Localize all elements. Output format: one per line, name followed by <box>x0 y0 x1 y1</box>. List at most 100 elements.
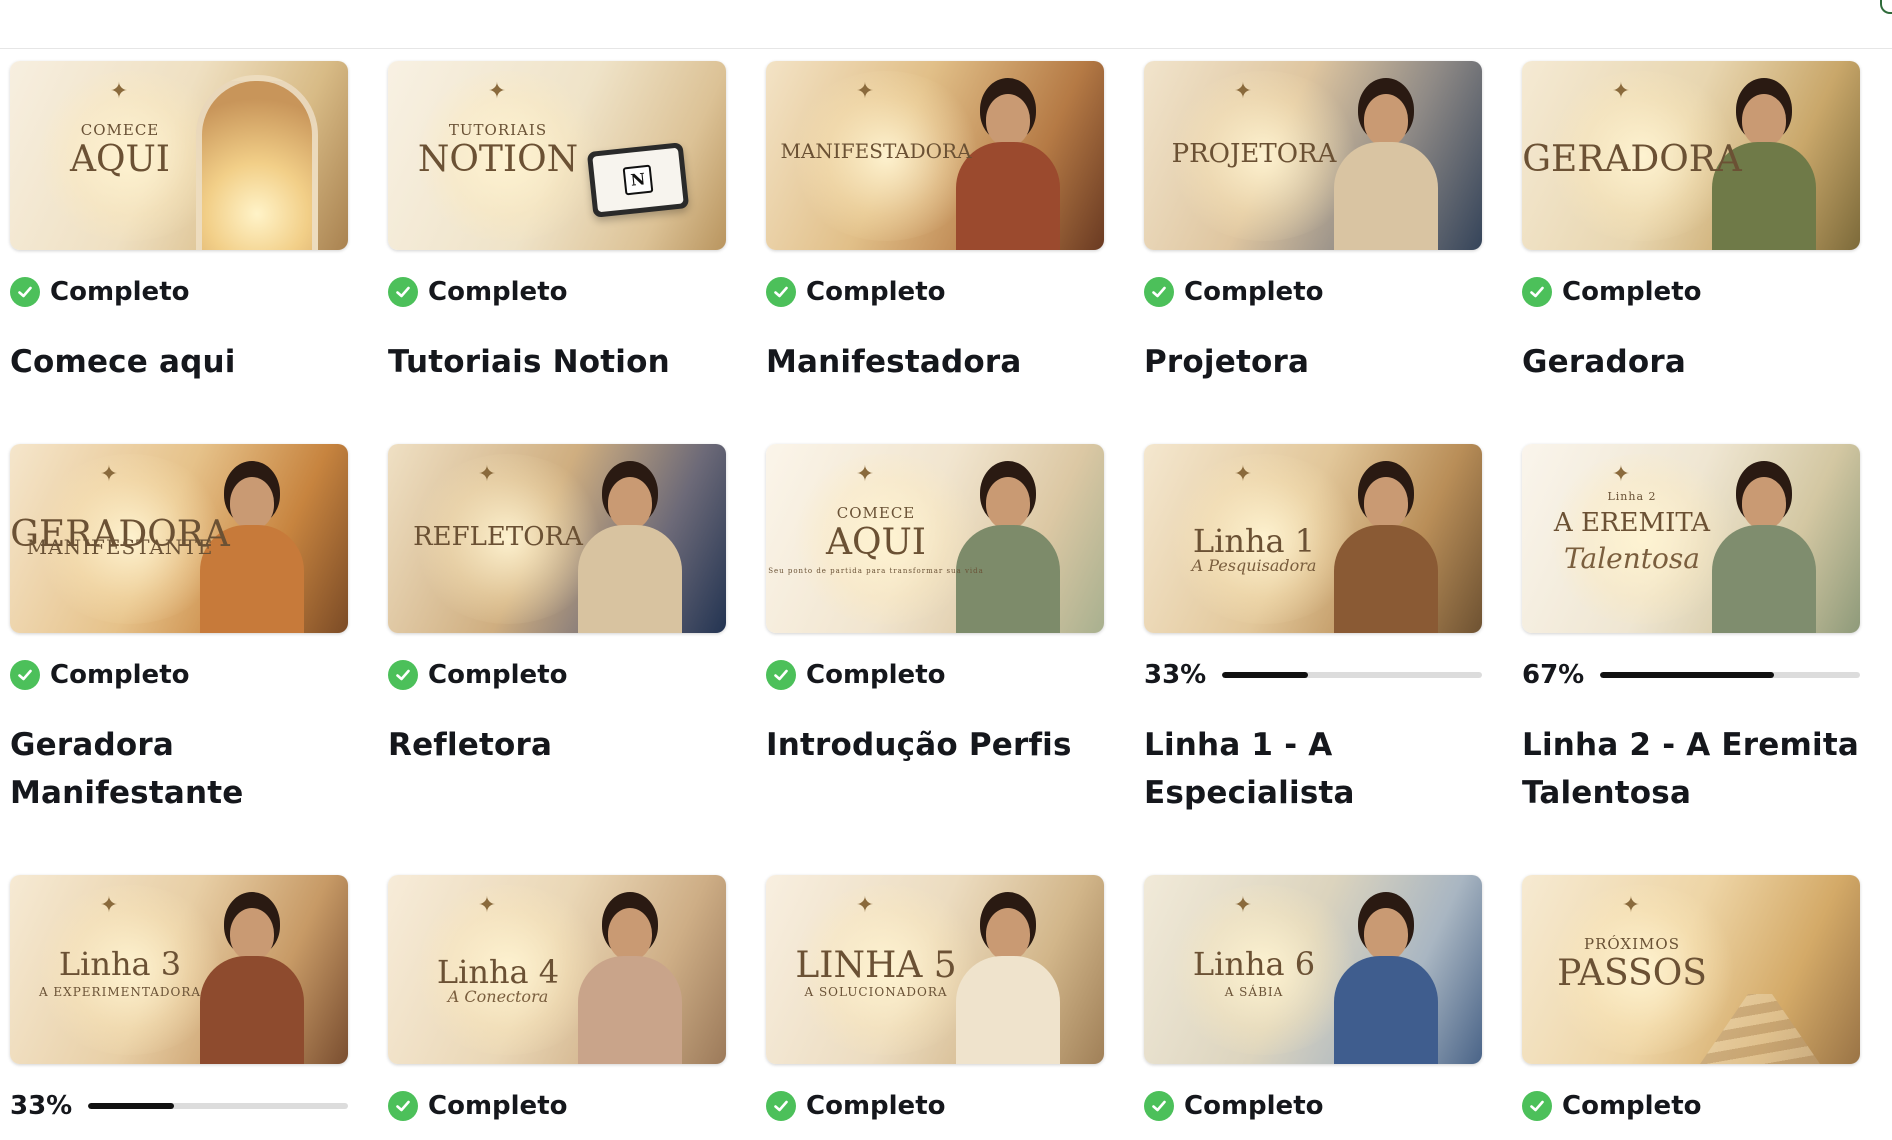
course-thumbnail[interactable]: ✦ Linha 1A Pesquisadora <box>1144 444 1482 633</box>
thumbnail-tagline: A Conectora <box>447 987 549 1006</box>
check-circle-icon <box>1522 1091 1552 1121</box>
course-title[interactable]: Linha 2 - A Eremita Talentosa <box>1522 721 1860 817</box>
thumbnail-title: PASSOS <box>1557 953 1707 994</box>
course-thumbnail[interactable]: ✦ MANIFESTADORA <box>766 61 1104 250</box>
course-thumbnail[interactable]: ✦ REFLETORA <box>388 444 726 633</box>
status-label: Completo <box>50 277 190 307</box>
woman-illustration <box>948 80 1068 250</box>
course-card-course-11[interactable]: ✦ Linha 3 A EXPERIMENTADORA 33% <box>10 875 348 1135</box>
thumbnail-caption: A SÁBIA <box>1224 985 1284 999</box>
progress-bar <box>1600 672 1860 678</box>
check-circle-icon <box>10 277 40 307</box>
progress-indicator: 33% <box>10 1088 348 1124</box>
course-thumbnail[interactable]: ✦ Linha 4A Conectora <box>388 875 726 1064</box>
thumbnail-subtitle: Linha 2 <box>1607 490 1657 503</box>
course-card-projetora[interactable]: ✦ PROJETORA Completo Projetora <box>1144 61 1482 444</box>
corner-accent <box>1880 0 1892 14</box>
status-complete: Completo <box>1144 274 1482 310</box>
thumbnail-tagline: Talentosa <box>1564 542 1700 575</box>
progress-bar-fill <box>1222 672 1308 678</box>
course-thumbnail[interactable]: ✦ PRÓXIMOS PASSOS <box>1522 875 1860 1064</box>
status-label: Completo <box>806 660 946 690</box>
compass-star-icon: ✦ <box>855 462 875 487</box>
course-thumbnail[interactable]: ✦ GERADORA <box>1522 61 1860 250</box>
course-card-course-15[interactable]: ✦ PRÓXIMOS PASSOS Completo <box>1522 875 1860 1135</box>
course-thumbnail[interactable]: ✦ Linha 3 A EXPERIMENTADORA <box>10 875 348 1064</box>
thumbnail-caption: MANIFESTANTE <box>26 535 214 559</box>
thumbnail-title: LINHA 5 <box>795 945 957 986</box>
status-complete: Completo <box>10 657 348 693</box>
course-title[interactable]: Geradora <box>1522 338 1860 386</box>
course-card-course-12[interactable]: ✦ Linha 4A Conectora Completo <box>388 875 726 1135</box>
course-thumbnail[interactable]: N ✦ TUTORIAIS NOTION <box>388 61 726 250</box>
compass-star-icon: ✦ <box>1611 79 1631 104</box>
course-thumbnail[interactable]: ✦ COMECE AQUI <box>10 61 348 250</box>
check-circle-icon <box>1144 277 1174 307</box>
course-card-refletora[interactable]: ✦ REFLETORA Completo Refletora <box>388 444 726 875</box>
course-thumbnail[interactable]: ✦ PROJETORA <box>1144 61 1482 250</box>
status-label: Completo <box>1184 1091 1324 1121</box>
course-card-geradora[interactable]: ✦ GERADORA Completo Geradora <box>1522 61 1860 444</box>
course-title[interactable]: Introdução Perfis <box>766 721 1104 769</box>
course-thumbnail[interactable]: ✦ LINHA 5A SOLUCIONADORA <box>766 875 1104 1064</box>
status-complete: Completo <box>1144 1088 1482 1124</box>
status-complete: Completo <box>766 657 1104 693</box>
thumbnail-title: NOTION <box>417 139 579 180</box>
check-circle-icon <box>1144 1091 1174 1121</box>
course-title[interactable]: Tutoriais Notion <box>388 338 726 386</box>
course-card-geradora-manifestante[interactable]: ✦ GERADORA MANIFESTANTE Completo Geradora Ma… <box>10 444 348 875</box>
thumbnail-caption: A SOLUCIONADORA <box>804 985 948 999</box>
course-title[interactable]: Linha 1 - A Especialista <box>1144 721 1482 817</box>
compass-star-icon: ✦ <box>487 79 507 104</box>
course-title[interactable]: Refletora <box>388 721 726 769</box>
thumbnail-title: MANIFESTADORA <box>780 139 972 163</box>
compass-star-icon: ✦ <box>1611 462 1631 487</box>
compass-star-icon: ✦ <box>1621 893 1641 918</box>
course-thumbnail[interactable]: ✦ Linha 6 A SÁBIA <box>1144 875 1482 1064</box>
compass-star-icon: ✦ <box>99 462 119 487</box>
course-thumbnail[interactable]: ✦ COMECE AQUI Seu ponto de partida para tra… <box>766 444 1104 633</box>
compass-star-icon: ✦ <box>855 893 875 918</box>
check-circle-icon <box>766 1091 796 1121</box>
course-title[interactable]: Geradora Manifestante <box>10 721 348 817</box>
course-card-comece-aqui[interactable]: ✦ COMECE AQUI Completo Comece aqui <box>10 61 348 444</box>
progress-percent: 33% <box>1144 660 1207 690</box>
status-label: Completo <box>50 660 190 690</box>
course-grid: ✦ COMECE AQUI Completo Comece aqui N ✦ TUTORIAI… <box>10 61 1860 1135</box>
status-complete: Completo <box>10 274 348 310</box>
top-bar <box>0 0 1892 49</box>
course-title[interactable]: Projetora <box>1144 338 1482 386</box>
course-title[interactable]: Manifestadora <box>766 338 1104 386</box>
check-circle-icon <box>766 660 796 690</box>
thumbnail-caption: A EXPERIMENTADORA <box>38 985 202 999</box>
status-label: Completo <box>428 277 568 307</box>
status-complete: Completo <box>1522 274 1860 310</box>
thumbnail-title: GERADORA <box>1522 139 1742 180</box>
status-complete: Completo <box>388 657 726 693</box>
check-circle-icon <box>388 1091 418 1121</box>
course-card-course-13[interactable]: ✦ LINHA 5A SOLUCIONADORA Completo <box>766 875 1104 1135</box>
course-card-course-14[interactable]: ✦ Linha 6 A SÁBIA Completo <box>1144 875 1482 1135</box>
notion-logo-icon: N <box>622 164 654 196</box>
progress-percent: 33% <box>10 1091 73 1121</box>
course-thumbnail[interactable]: ✦ GERADORA MANIFESTANTE <box>10 444 348 633</box>
course-card-linha-2-a-eremita-talentosa[interactable]: ✦ Linha 2 A EREMITA Talentosa 67% Linha 2 - A… <box>1522 444 1860 875</box>
course-card-manifestadora[interactable]: ✦ MANIFESTADORA Completo Manifestadora <box>766 61 1104 444</box>
progress-bar <box>1222 672 1482 678</box>
course-card-linha-1-a-especialista[interactable]: ✦ Linha 1A Pesquisadora 33% Linha 1 - A Esp… <box>1144 444 1482 875</box>
status-complete: Completo <box>1522 1088 1860 1124</box>
progress-bar <box>88 1103 348 1109</box>
compass-star-icon: ✦ <box>1233 462 1253 487</box>
course-card-introducao-perfis[interactable]: ✦ COMECE AQUI Seu ponto de partida para tra… <box>766 444 1104 875</box>
compass-star-icon: ✦ <box>1233 79 1253 104</box>
course-card-tutoriais-notion[interactable]: N ✦ TUTORIAIS NOTION Completo Tutoriais Notio… <box>388 61 726 444</box>
compass-star-icon: ✦ <box>477 462 497 487</box>
status-complete: Completo <box>766 1088 1104 1124</box>
thumbnail-tagline: A Pesquisadora <box>1191 556 1317 575</box>
status-complete: Completo <box>766 274 1104 310</box>
thumbnail-caption: Seu ponto de partida para transformar su… <box>768 567 984 575</box>
status-complete: Completo <box>388 1088 726 1124</box>
course-thumbnail[interactable]: ✦ Linha 2 A EREMITA Talentosa <box>1522 444 1860 633</box>
course-title[interactable]: Comece aqui <box>10 338 348 386</box>
compass-star-icon: ✦ <box>109 79 129 104</box>
